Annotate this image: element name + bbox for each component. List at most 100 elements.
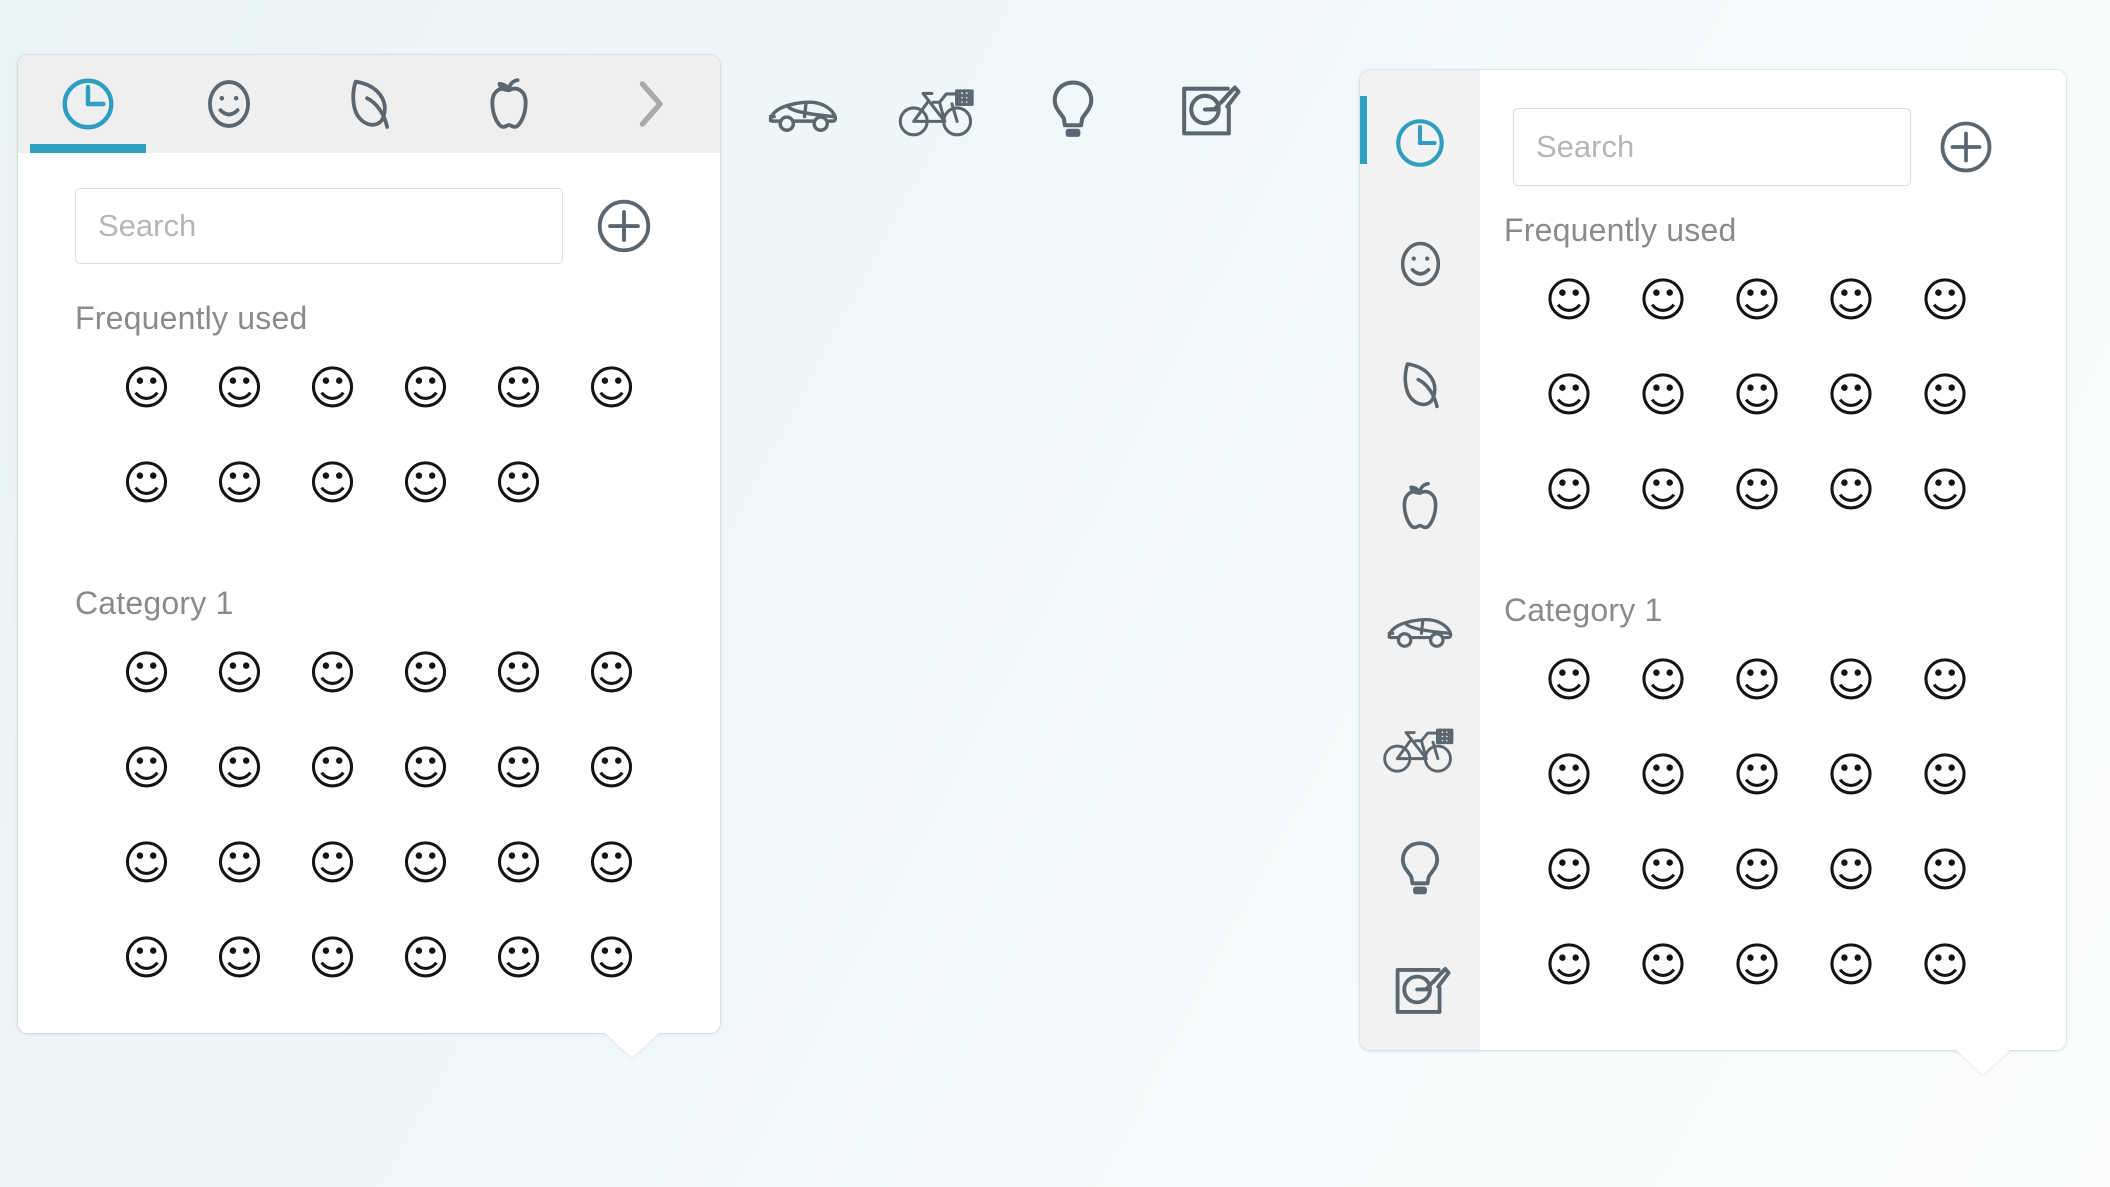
emoji-button[interactable]: ☺	[193, 626, 286, 721]
overflow-icon-car[interactable]	[735, 79, 870, 141]
search-input[interactable]	[75, 188, 563, 264]
emoji-button[interactable]: ☺	[565, 816, 658, 911]
emoji-button[interactable]: ☺	[193, 721, 286, 816]
emoji-button[interactable]: ☺	[379, 341, 472, 436]
emoji-button[interactable]: ☺	[286, 816, 379, 911]
emoji-button[interactable]: ☺	[1522, 918, 1616, 1013]
emoji-button[interactable]: ☺	[379, 626, 472, 721]
emoji-button[interactable]: ☺	[565, 341, 658, 436]
emoji-button[interactable]: ☺	[472, 911, 565, 1006]
emoji-button[interactable]: ☺	[1710, 823, 1804, 918]
emoji-button[interactable]: ☺	[1898, 443, 1992, 538]
emoji-button[interactable]: ☺	[472, 816, 565, 911]
emoji-button[interactable]: ☺	[1616, 633, 1710, 728]
emoji-button[interactable]: ☺	[565, 721, 658, 816]
emoji-button[interactable]: ☺	[286, 341, 379, 436]
tab-leaf[interactable]	[299, 55, 439, 153]
active-sidebar-marker	[1360, 96, 1367, 164]
emoji-button[interactable]: ☺	[1522, 633, 1616, 728]
emoji-button[interactable]: ☺	[100, 626, 193, 721]
sidebar-item-clock[interactable]	[1360, 82, 1480, 203]
emoji-button[interactable]: ☺	[1804, 443, 1898, 538]
emoji-button[interactable]: ☺	[1616, 253, 1710, 348]
emoji-button[interactable]: ☺	[1710, 633, 1804, 728]
search-row-right	[1480, 70, 2066, 186]
emoji-slot-empty	[565, 436, 658, 531]
emoji-button[interactable]: ☺	[1710, 253, 1804, 348]
emoji-button[interactable]: ☺	[1522, 348, 1616, 443]
emoji-button[interactable]: ☺	[1710, 918, 1804, 1013]
emoji-button[interactable]: ☺	[193, 436, 286, 531]
overflow-category-icons	[735, 55, 1275, 165]
sidebar-item-draw[interactable]	[1360, 929, 1480, 1050]
emoji-button[interactable]: ☺	[100, 816, 193, 911]
emoji-button[interactable]: ☺	[565, 626, 658, 721]
category-sidebar	[1360, 70, 1480, 1050]
emoji-button[interactable]: ☺	[1898, 728, 1992, 823]
section-title-category-1: Category 1	[1504, 592, 1663, 628]
emoji-button[interactable]: ☺	[1616, 348, 1710, 443]
emoji-button[interactable]: ☺	[286, 626, 379, 721]
overflow-icon-draw[interactable]	[1140, 77, 1275, 143]
emoji-button[interactable]: ☺	[1522, 728, 1616, 823]
emoji-button[interactable]: ☺	[1804, 348, 1898, 443]
emoji-button[interactable]: ☺	[379, 816, 472, 911]
emoji-button[interactable]: ☺	[1804, 728, 1898, 823]
emoji-button[interactable]: ☺	[100, 436, 193, 531]
emoji-button[interactable]: ☺	[1710, 728, 1804, 823]
emoji-button[interactable]: ☺	[193, 816, 286, 911]
sidebar-item-car[interactable]	[1360, 566, 1480, 687]
add-button[interactable]	[1935, 116, 1997, 178]
emoji-button[interactable]: ☺	[1522, 253, 1616, 348]
emoji-button[interactable]: ☺	[1616, 918, 1710, 1013]
emoji-button[interactable]: ☺	[1804, 823, 1898, 918]
emoji-button[interactable]: ☺	[472, 341, 565, 436]
overflow-icon-bicycle[interactable]	[870, 79, 1005, 141]
emoji-button[interactable]: ☺	[379, 436, 472, 531]
emoji-button[interactable]: ☺	[286, 436, 379, 531]
emoji-button[interactable]: ☺	[379, 721, 472, 816]
add-button[interactable]	[593, 195, 655, 257]
sidebar-item-leaf[interactable]	[1360, 324, 1480, 445]
emoji-button[interactable]: ☺	[1616, 823, 1710, 918]
tab-more[interactable]	[580, 55, 720, 153]
emoji-button[interactable]: ☺	[286, 911, 379, 1006]
apple-icon	[480, 73, 538, 135]
emoji-button[interactable]: ☺	[1522, 823, 1616, 918]
emoji-button[interactable]: ☺	[1710, 443, 1804, 538]
emoji-button[interactable]: ☺	[472, 626, 565, 721]
emoji-button[interactable]: ☺	[100, 341, 193, 436]
emoji-button[interactable]: ☺	[100, 721, 193, 816]
emoji-button[interactable]: ☺	[565, 911, 658, 1006]
emoji-button[interactable]: ☺	[1710, 348, 1804, 443]
emoji-button[interactable]: ☺	[1898, 348, 1992, 443]
emoji-button[interactable]: ☺	[100, 911, 193, 1006]
tab-clock[interactable]	[18, 55, 158, 153]
sidebar-item-apple[interactable]	[1360, 445, 1480, 566]
tab-apple[interactable]	[439, 55, 579, 153]
emoji-button[interactable]: ☺	[1898, 918, 1992, 1013]
emoji-button[interactable]: ☺	[1616, 728, 1710, 823]
emoji-button[interactable]: ☺	[1522, 443, 1616, 538]
emoji-button[interactable]: ☺	[193, 341, 286, 436]
emoji-grid-frequently-used: ☺ ☺ ☺ ☺ ☺ ☺ ☺ ☺ ☺ ☺ ☺ ☺ ☺ ☺ ☺	[1480, 253, 2066, 538]
emoji-button[interactable]: ☺	[1898, 253, 1992, 348]
search-input[interactable]	[1513, 108, 1911, 186]
tab-smiley[interactable]	[158, 55, 298, 153]
emoji-button[interactable]: ☺	[472, 721, 565, 816]
overflow-icon-bulb[interactable]	[1005, 77, 1140, 143]
emoji-button[interactable]: ☺	[1616, 443, 1710, 538]
emoji-button[interactable]: ☺	[193, 911, 286, 1006]
sidebar-item-bulb[interactable]	[1360, 808, 1480, 929]
emoji-button[interactable]: ☺	[286, 721, 379, 816]
panel-tail-right	[1955, 1049, 2011, 1075]
emoji-button[interactable]: ☺	[1898, 823, 1992, 918]
emoji-button[interactable]: ☺	[379, 911, 472, 1006]
sidebar-item-bicycle[interactable]	[1360, 687, 1480, 808]
emoji-button[interactable]: ☺	[1804, 633, 1898, 728]
emoji-button[interactable]: ☺	[1898, 633, 1992, 728]
emoji-button[interactable]: ☺	[1804, 253, 1898, 348]
emoji-button[interactable]: ☺	[472, 436, 565, 531]
emoji-button[interactable]: ☺	[1804, 918, 1898, 1013]
sidebar-item-smiley[interactable]	[1360, 203, 1480, 324]
